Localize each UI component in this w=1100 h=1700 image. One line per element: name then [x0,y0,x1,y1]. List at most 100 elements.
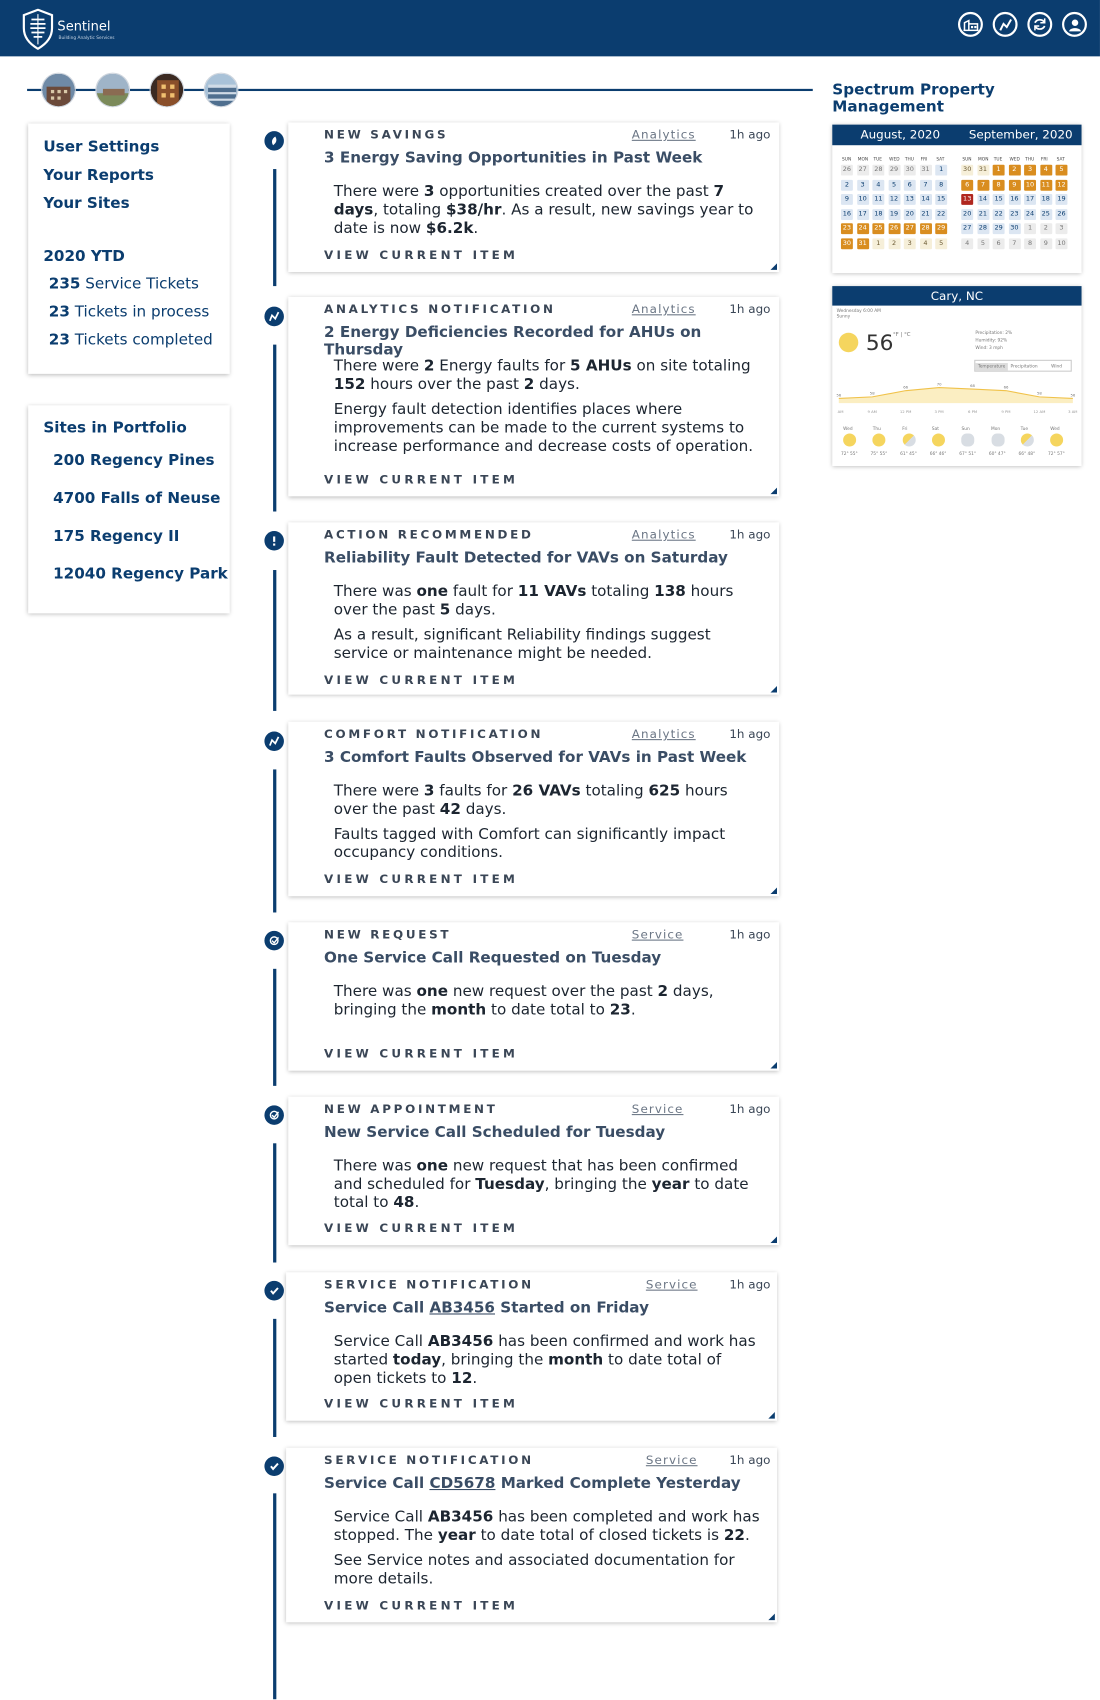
calendar-day[interactable]: 14 [976,193,989,205]
calendar-day[interactable]: 24 [856,223,869,235]
feed-title[interactable]: 2 Energy Deficiencies Recorded for AHUs … [324,324,779,359]
calendar-day[interactable]: 5 [976,237,989,249]
calendar-day[interactable]: 25 [1039,208,1052,220]
feed-source-link[interactable]: Service [632,928,684,942]
feed-source-link[interactable]: Analytics [632,727,696,741]
calendar-day[interactable]: 23 [840,223,853,235]
calendar-day[interactable]: 28 [976,223,989,235]
calendar-day[interactable]: 25 [872,223,885,235]
calendar-day[interactable]: 5 [888,179,901,191]
calendar-day[interactable]: 2 [1008,164,1021,176]
calendar-day[interactable]: 4 [1039,164,1052,176]
view-item-link[interactable]: VIEW CURRENT ITEM [324,1598,518,1612]
feed-title[interactable]: Service Call AB3456 Started on Friday [324,1299,649,1316]
calendar-day[interactable]: 18 [1039,193,1052,205]
feed-title[interactable]: One Service Call Requested on Tuesday [324,949,661,966]
calendar-day[interactable]: 14 [919,193,932,205]
service-tickets-stat[interactable]: 235 Service Tickets [49,275,199,292]
feed-title[interactable]: 3 Energy Saving Opportunities in Past We… [324,150,702,167]
calendar-day[interactable]: 1 [872,237,885,249]
calendar-day[interactable]: 31 [856,237,869,249]
calendar-day[interactable]: 11 [1039,179,1052,191]
user-settings-link[interactable]: User Settings [43,139,159,156]
calendar-day[interactable]: 26 [1055,208,1068,220]
view-item-link[interactable]: VIEW CURRENT ITEM [324,1397,518,1411]
calendar-day[interactable]: 9 [1039,237,1052,249]
site-link[interactable]: 4700 Falls of Neuse [53,490,220,507]
view-item-link[interactable]: VIEW CURRENT ITEM [324,248,518,262]
calendar-day[interactable]: 6 [961,179,974,191]
calendar-day[interactable]: 20 [961,208,974,220]
calendar-day[interactable]: 28 [872,164,885,176]
feed-source-link[interactable]: Service [632,1102,684,1116]
calendar-day[interactable]: 20 [903,208,916,220]
calendar-day[interactable]: 27 [903,223,916,235]
feed-title[interactable]: Service Call CD5678 Marked Complete Yest… [324,1475,741,1492]
site-thumbnail[interactable] [95,72,131,108]
calendar-day[interactable]: 12 [1055,179,1068,191]
site-link[interactable]: 12040 Regency Park [53,566,228,583]
view-item-link[interactable]: VIEW CURRENT ITEM [324,673,518,687]
calendar-day[interactable]: 16 [1008,193,1021,205]
calendar-day[interactable]: 18 [872,208,885,220]
calendar-day[interactable]: 21 [976,208,989,220]
calendar-day[interactable]: 9 [1008,179,1021,191]
calendar-day[interactable]: 13 [903,193,916,205]
calendar-day[interactable]: 2 [840,179,853,191]
your-reports-link[interactable]: Your Reports [43,167,154,184]
calendar-day[interactable]: 11 [872,193,885,205]
tab-wind[interactable]: Wind [1040,363,1073,368]
feed-title[interactable]: 3 Comfort Faults Observed for VAVs in Pa… [324,749,746,766]
calendar-day[interactable]: 22 [935,208,948,220]
refresh-icon[interactable] [1027,11,1053,37]
calendar-day[interactable]: 22 [992,208,1005,220]
calendar-day[interactable]: 2 [888,237,901,249]
feed-source-link[interactable]: Service [646,1278,698,1292]
calendar-day[interactable]: 15 [935,193,948,205]
calendar-day[interactable]: 23 [1008,208,1021,220]
calendar-day[interactable]: 5 [1055,164,1068,176]
view-item-link[interactable]: VIEW CURRENT ITEM [324,1221,518,1235]
view-item-link[interactable]: VIEW CURRENT ITEM [324,472,518,486]
your-sites-link[interactable]: Your Sites [43,195,129,212]
calendar-day[interactable]: 17 [856,208,869,220]
calendar-day[interactable]: 2 [1039,223,1052,235]
calendar-day[interactable]: 8 [1024,237,1037,249]
user-icon[interactable] [1062,11,1087,37]
ticket-link[interactable]: CD5678 [429,1475,495,1492]
calendar-day[interactable]: 19 [888,208,901,220]
calendar-day[interactable]: 6 [992,237,1005,249]
calendar-day[interactable]: 27 [961,223,974,235]
calendar-day[interactable]: 30 [903,164,916,176]
calendar-day[interactable]: 8 [935,179,948,191]
feed-source-link[interactable]: Analytics [632,128,696,142]
site-thumbnail[interactable] [203,72,239,108]
calendar-day[interactable]: 19 [1055,193,1068,205]
calendar-day[interactable]: 12 [888,193,901,205]
calendar-day[interactable]: 3 [856,179,869,191]
calendar-day[interactable]: 10 [1055,237,1068,249]
unit-toggle[interactable]: °F | °C [893,332,911,339]
calendar-day[interactable]: 30 [1008,223,1021,235]
calendar-day[interactable]: 1 [992,164,1005,176]
calendar-day[interactable]: 13 [961,193,974,205]
site-link[interactable]: 175 Regency II [53,528,179,545]
building-icon[interactable] [957,11,983,37]
calendar-day[interactable]: 29 [935,223,948,235]
calendar-day[interactable]: 29 [992,223,1005,235]
calendar-day[interactable]: 27 [856,164,869,176]
tab-temperature[interactable]: Temperature [975,363,1008,371]
view-item-link[interactable]: VIEW CURRENT ITEM [324,1047,518,1061]
calendar-day[interactable]: 6 [903,179,916,191]
energy-icon[interactable] [992,11,1018,37]
calendar-day[interactable]: 10 [1024,179,1037,191]
calendar-day[interactable]: 21 [919,208,932,220]
calendar-day[interactable]: 30 [840,237,853,249]
feed-source-link[interactable]: Analytics [632,528,696,542]
calendar-day[interactable]: 3 [1024,164,1037,176]
calendar-day[interactable]: 7 [919,179,932,191]
calendar-day[interactable]: 24 [1024,208,1037,220]
calendar-day[interactable]: 4 [961,237,974,249]
calendar-day[interactable]: 15 [992,193,1005,205]
feed-source-link[interactable]: Service [646,1453,698,1467]
